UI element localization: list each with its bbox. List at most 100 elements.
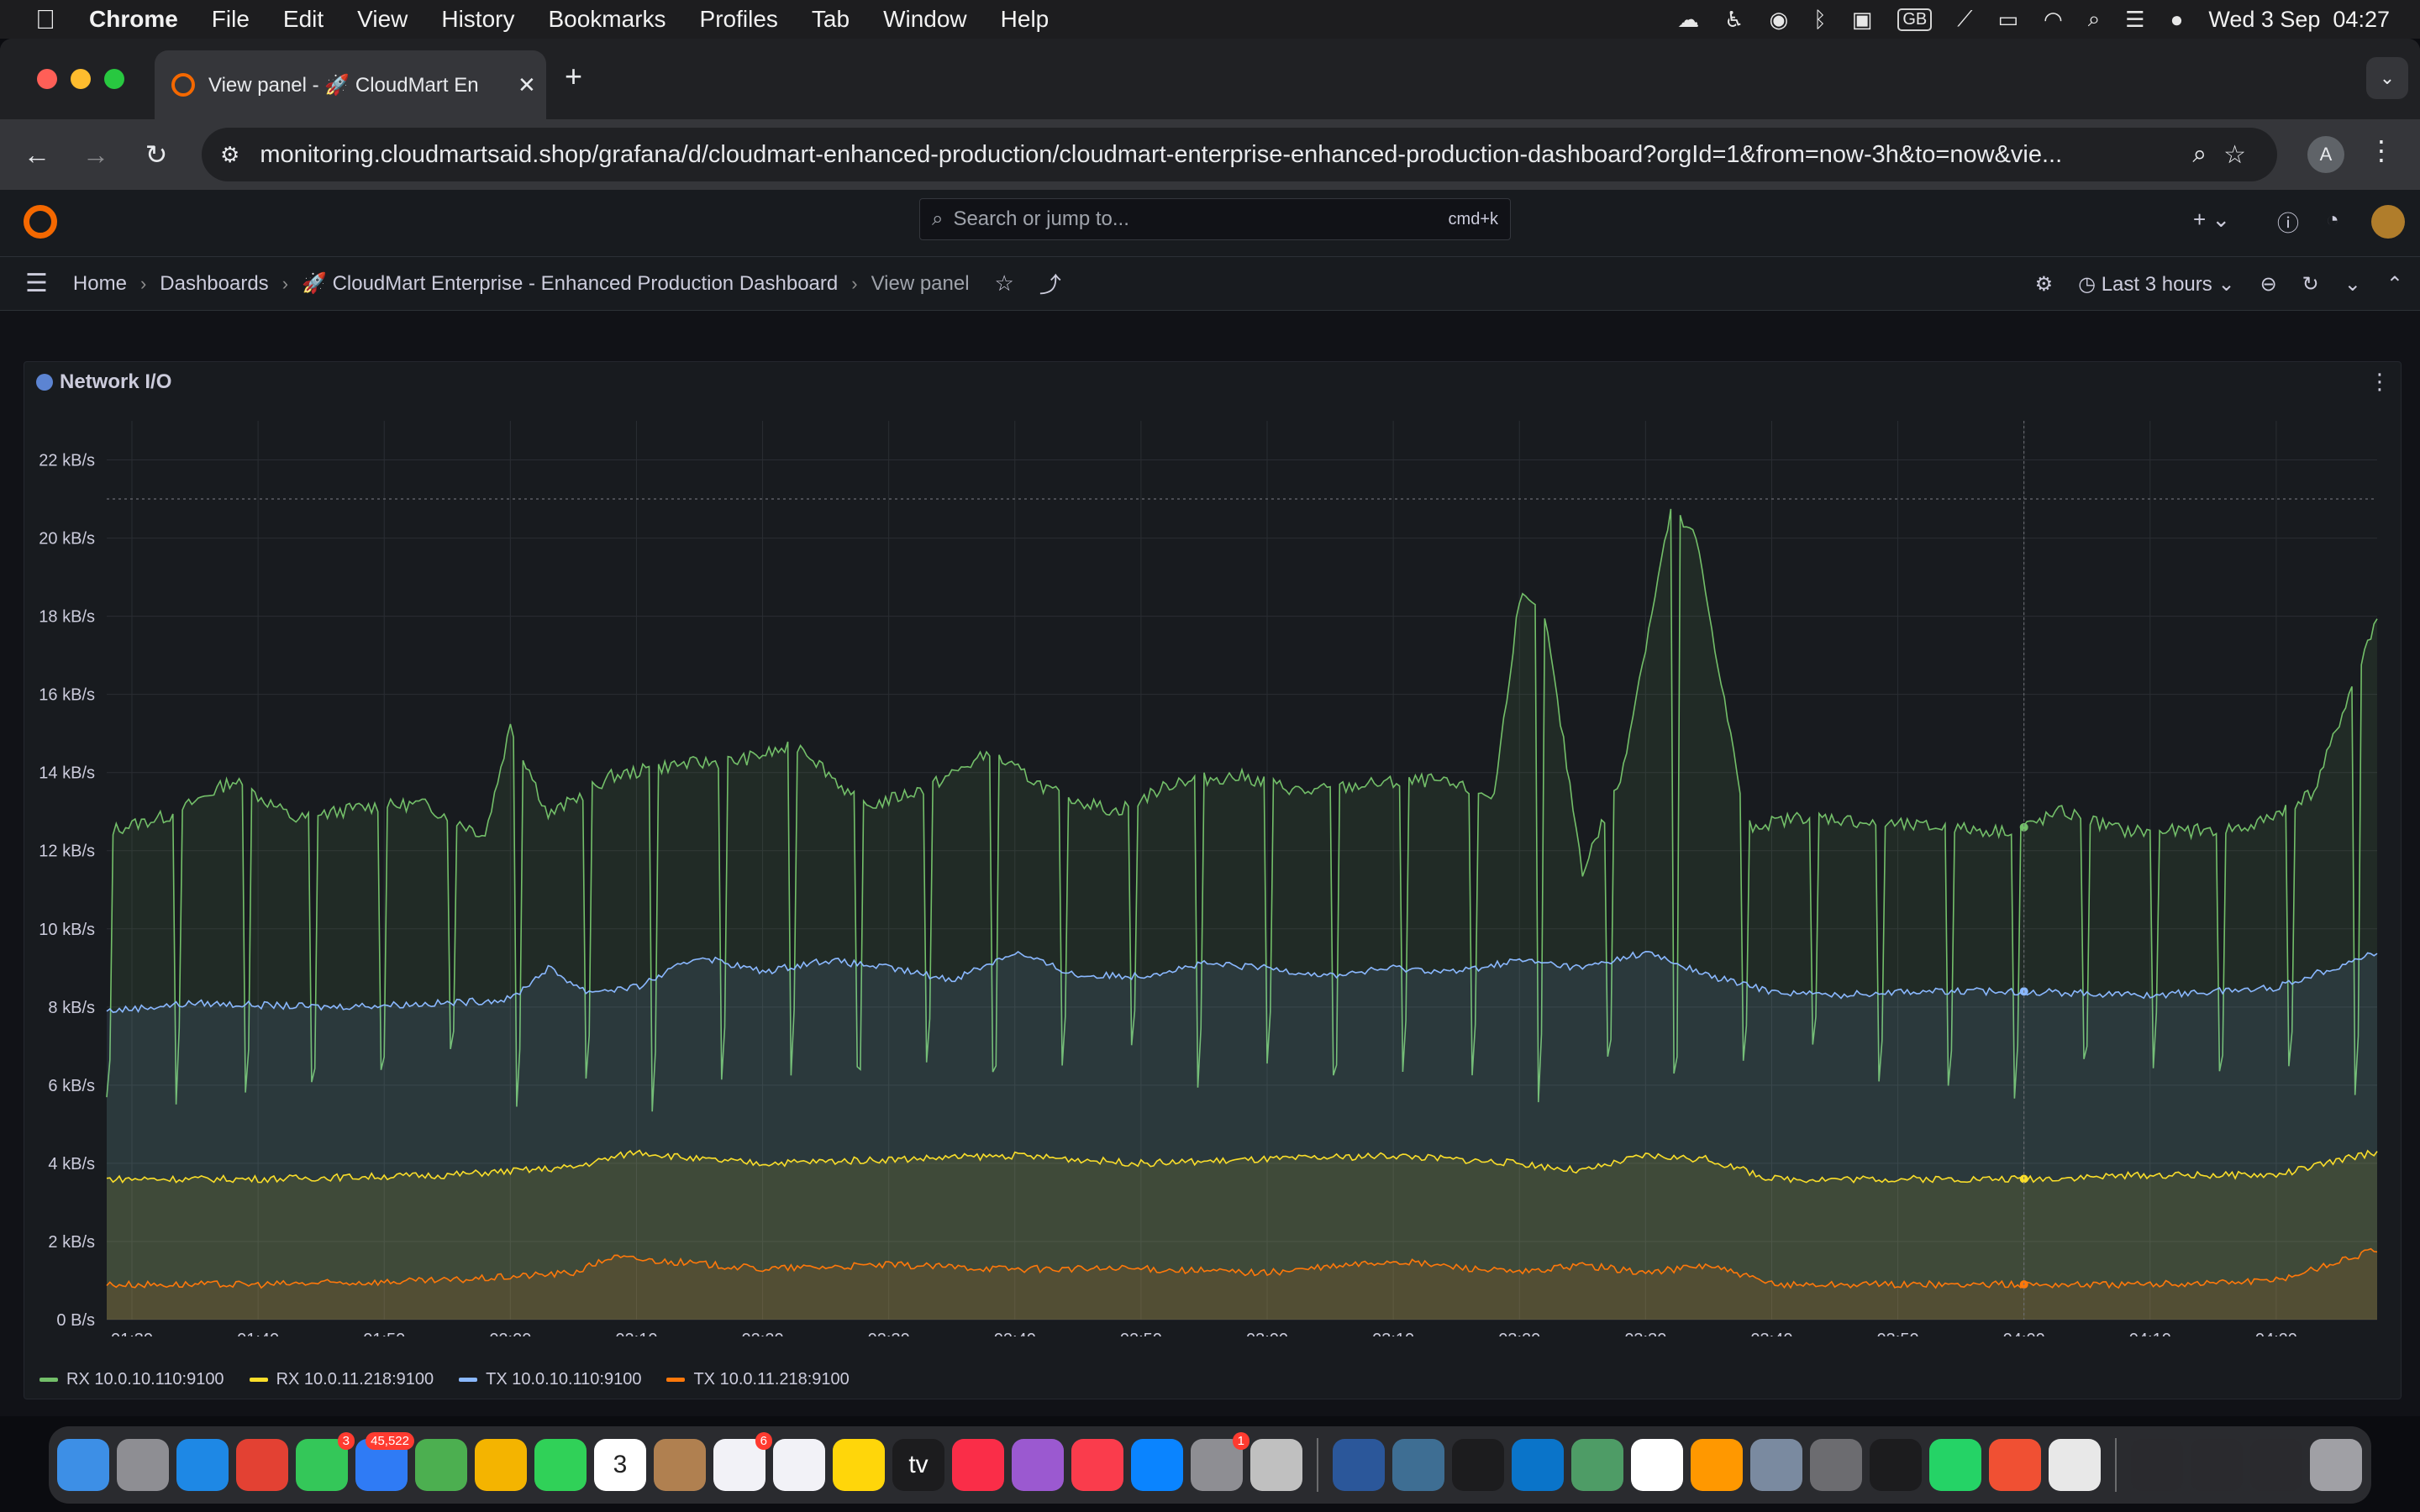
dock-messages-icon[interactable]: 3	[296, 1432, 355, 1491]
legend-item[interactable]: TX 10.0.11.218:9100	[666, 1370, 850, 1389]
dock-notion-icon[interactable]	[1631, 1439, 1683, 1491]
keyboard-input-icon[interactable]: GB	[1897, 8, 1933, 31]
reload-icon[interactable]: ↻	[136, 134, 176, 175]
screen-record-icon[interactable]: ◉	[1769, 7, 1788, 33]
app-menu-chrome[interactable]: Chrome	[89, 6, 178, 33]
forward-icon[interactable]: →	[76, 134, 116, 175]
menu-profiles[interactable]: Profiles	[700, 6, 778, 33]
wifi-icon[interactable]: ◠	[2044, 7, 2063, 33]
battery-icon[interactable]: ▭	[1997, 7, 2018, 33]
menu-history[interactable]: History	[441, 6, 514, 33]
dock-music-icon[interactable]	[952, 1439, 1004, 1491]
accessibility-icon[interactable]: ♿	[1724, 7, 1744, 33]
help-icon[interactable]: ⓘ	[2277, 207, 2299, 238]
dock-preview-icon[interactable]	[1250, 1439, 1302, 1491]
zoom-out-icon[interactable]: ⊖	[2260, 272, 2277, 297]
menu-tab[interactable]: Tab	[812, 6, 850, 33]
dock-iterm-icon[interactable]	[1870, 1439, 1922, 1491]
new-tab-button[interactable]: +	[565, 59, 582, 94]
panel-menu-icon[interactable]: ⋮	[2369, 369, 2391, 395]
dock-textedit-icon[interactable]	[2049, 1439, 2101, 1491]
time-range-picker[interactable]: ◷ Last 3 hours ⌄	[2078, 272, 2234, 297]
dock-vscode-icon[interactable]	[1512, 1439, 1564, 1491]
dock-finder-icon[interactable]	[57, 1439, 109, 1491]
dock-window-1-icon[interactable]	[2131, 1439, 2183, 1491]
legend-item[interactable]: RX 10.0.10.110:9100	[39, 1370, 224, 1389]
dock-chrome-icon[interactable]	[236, 1439, 288, 1491]
dock-trash-icon[interactable]	[2310, 1439, 2362, 1491]
apple-menu-icon[interactable]: 	[29, 4, 62, 35]
share-icon[interactable]: ⤴	[1039, 268, 1061, 299]
notion-icon[interactable]: ▣	[1852, 7, 1873, 33]
pen-icon[interactable]: ⟋	[1957, 6, 1972, 33]
dock-podcasts-icon[interactable]	[1012, 1439, 1064, 1491]
menu-help[interactable]: Help	[1001, 6, 1050, 33]
dock-tv-icon[interactable]: tv	[892, 1439, 944, 1491]
profile-avatar[interactable]: A	[2307, 136, 2344, 173]
menu-bookmarks[interactable]: Bookmarks	[548, 6, 666, 33]
breadcrumb-dashboard[interactable]: 🚀 CloudMart Enterprise - Enhanced Produc…	[302, 271, 838, 296]
dock-news-icon[interactable]	[1071, 1439, 1123, 1491]
dock-window-3-icon[interactable]	[2250, 1439, 2302, 1491]
dock-safari-icon[interactable]	[176, 1439, 229, 1491]
dock-facetime-icon[interactable]	[534, 1439, 587, 1491]
tab-search-button[interactable]: ⌄	[2366, 57, 2408, 99]
dock-calendar-icon[interactable]: 3	[594, 1439, 646, 1491]
breadcrumb-dashboards[interactable]: Dashboards	[160, 272, 268, 296]
control-center-icon[interactable]: ☰	[2125, 7, 2144, 33]
dock-freeform-icon[interactable]	[773, 1439, 825, 1491]
network-io-chart[interactable]: 0 B/s 2 kB/s 4 kB/s 6 kB/s 8 kB/s 10 kB/s 12 k…	[24, 396, 2402, 1336]
refresh-icon[interactable]: ↻	[2302, 272, 2319, 297]
dock-mail-icon[interactable]: 45,522	[355, 1432, 414, 1491]
news-feed-icon[interactable]: ◔	[2326, 207, 2339, 233]
add-new-button[interactable]: + ⌄	[2193, 207, 2230, 233]
menu-toggle-icon[interactable]: ☰	[25, 269, 48, 298]
menu-file[interactable]: File	[212, 6, 250, 33]
grafana-logo-icon[interactable]	[24, 205, 57, 239]
dock-terminal-icon[interactable]	[1452, 1439, 1504, 1491]
zoom-window-button[interactable]	[104, 69, 124, 89]
back-icon[interactable]: ←	[17, 134, 57, 175]
dock-notes-icon[interactable]	[833, 1439, 885, 1491]
dock-git-tool-icon[interactable]	[1989, 1439, 2041, 1491]
settings-gear-icon[interactable]: ⚙	[2035, 272, 2054, 297]
dock-contacts-icon[interactable]	[654, 1439, 706, 1491]
menu-window[interactable]: Window	[883, 6, 967, 33]
collapse-chevron-icon[interactable]: ⌃	[2386, 272, 2403, 297]
legend-item[interactable]: RX 10.0.11.218:9100	[249, 1370, 434, 1389]
chrome-menu-icon[interactable]: ⋮	[2368, 134, 2395, 166]
search-input[interactable]: ⌕ Search or jump to... cmd+k	[919, 198, 1511, 240]
dock-mysql-workbench-icon[interactable]	[1392, 1439, 1444, 1491]
dock-whatsapp-icon[interactable]	[1929, 1439, 1981, 1491]
minimize-window-button[interactable]	[71, 69, 91, 89]
dock-screen-sharing-icon[interactable]	[1750, 1439, 1802, 1491]
url-text[interactable]: monitoring.cloudmartsaid.shop/grafana/d/…	[260, 141, 2175, 169]
dock-photos-icon[interactable]	[475, 1439, 527, 1491]
close-tab-icon[interactable]: ✕	[518, 72, 536, 98]
siri-icon[interactable]: ●	[2170, 7, 2184, 33]
menu-clock[interactable]: Wed 3 Sep 04:27	[2208, 7, 2390, 33]
star-icon[interactable]: ☆	[995, 270, 1014, 297]
refresh-interval-chevron-icon[interactable]: ⌄	[2344, 272, 2361, 297]
dock-maps-icon[interactable]	[415, 1439, 467, 1491]
user-avatar[interactable]	[2371, 205, 2405, 239]
dock-keychain-icon[interactable]	[1810, 1439, 1862, 1491]
site-info-icon[interactable]: ⚙	[220, 142, 239, 168]
legend-item[interactable]: TX 10.0.10.110:9100	[459, 1370, 641, 1389]
dock-sublime-icon[interactable]	[1691, 1439, 1743, 1491]
dock-system-settings-icon[interactable]: 1	[1191, 1432, 1249, 1491]
cloud-weather-icon[interactable]: ☁	[1677, 7, 1699, 33]
dock-word-icon[interactable]	[1333, 1439, 1385, 1491]
zoom-icon[interactable]: ⌕	[2192, 140, 2207, 169]
bookmark-star-icon[interactable]: ☆	[2223, 140, 2246, 170]
dock-reminders-icon[interactable]: 6	[713, 1432, 772, 1491]
spotlight-icon[interactable]: ⌕	[2088, 6, 2101, 33]
address-bar[interactable]: ⚙ monitoring.cloudmartsaid.shop/grafana/…	[202, 128, 2277, 181]
menu-view[interactable]: View	[357, 6, 408, 33]
dock-window-2-icon[interactable]	[2191, 1439, 2243, 1491]
close-window-button[interactable]	[37, 69, 57, 89]
dock-app-store-icon[interactable]	[1131, 1439, 1183, 1491]
dock-atom-icon[interactable]	[1571, 1439, 1623, 1491]
menu-edit[interactable]: Edit	[283, 6, 324, 33]
active-tab[interactable]: View panel - 🚀 CloudMart En ✕	[155, 50, 546, 119]
